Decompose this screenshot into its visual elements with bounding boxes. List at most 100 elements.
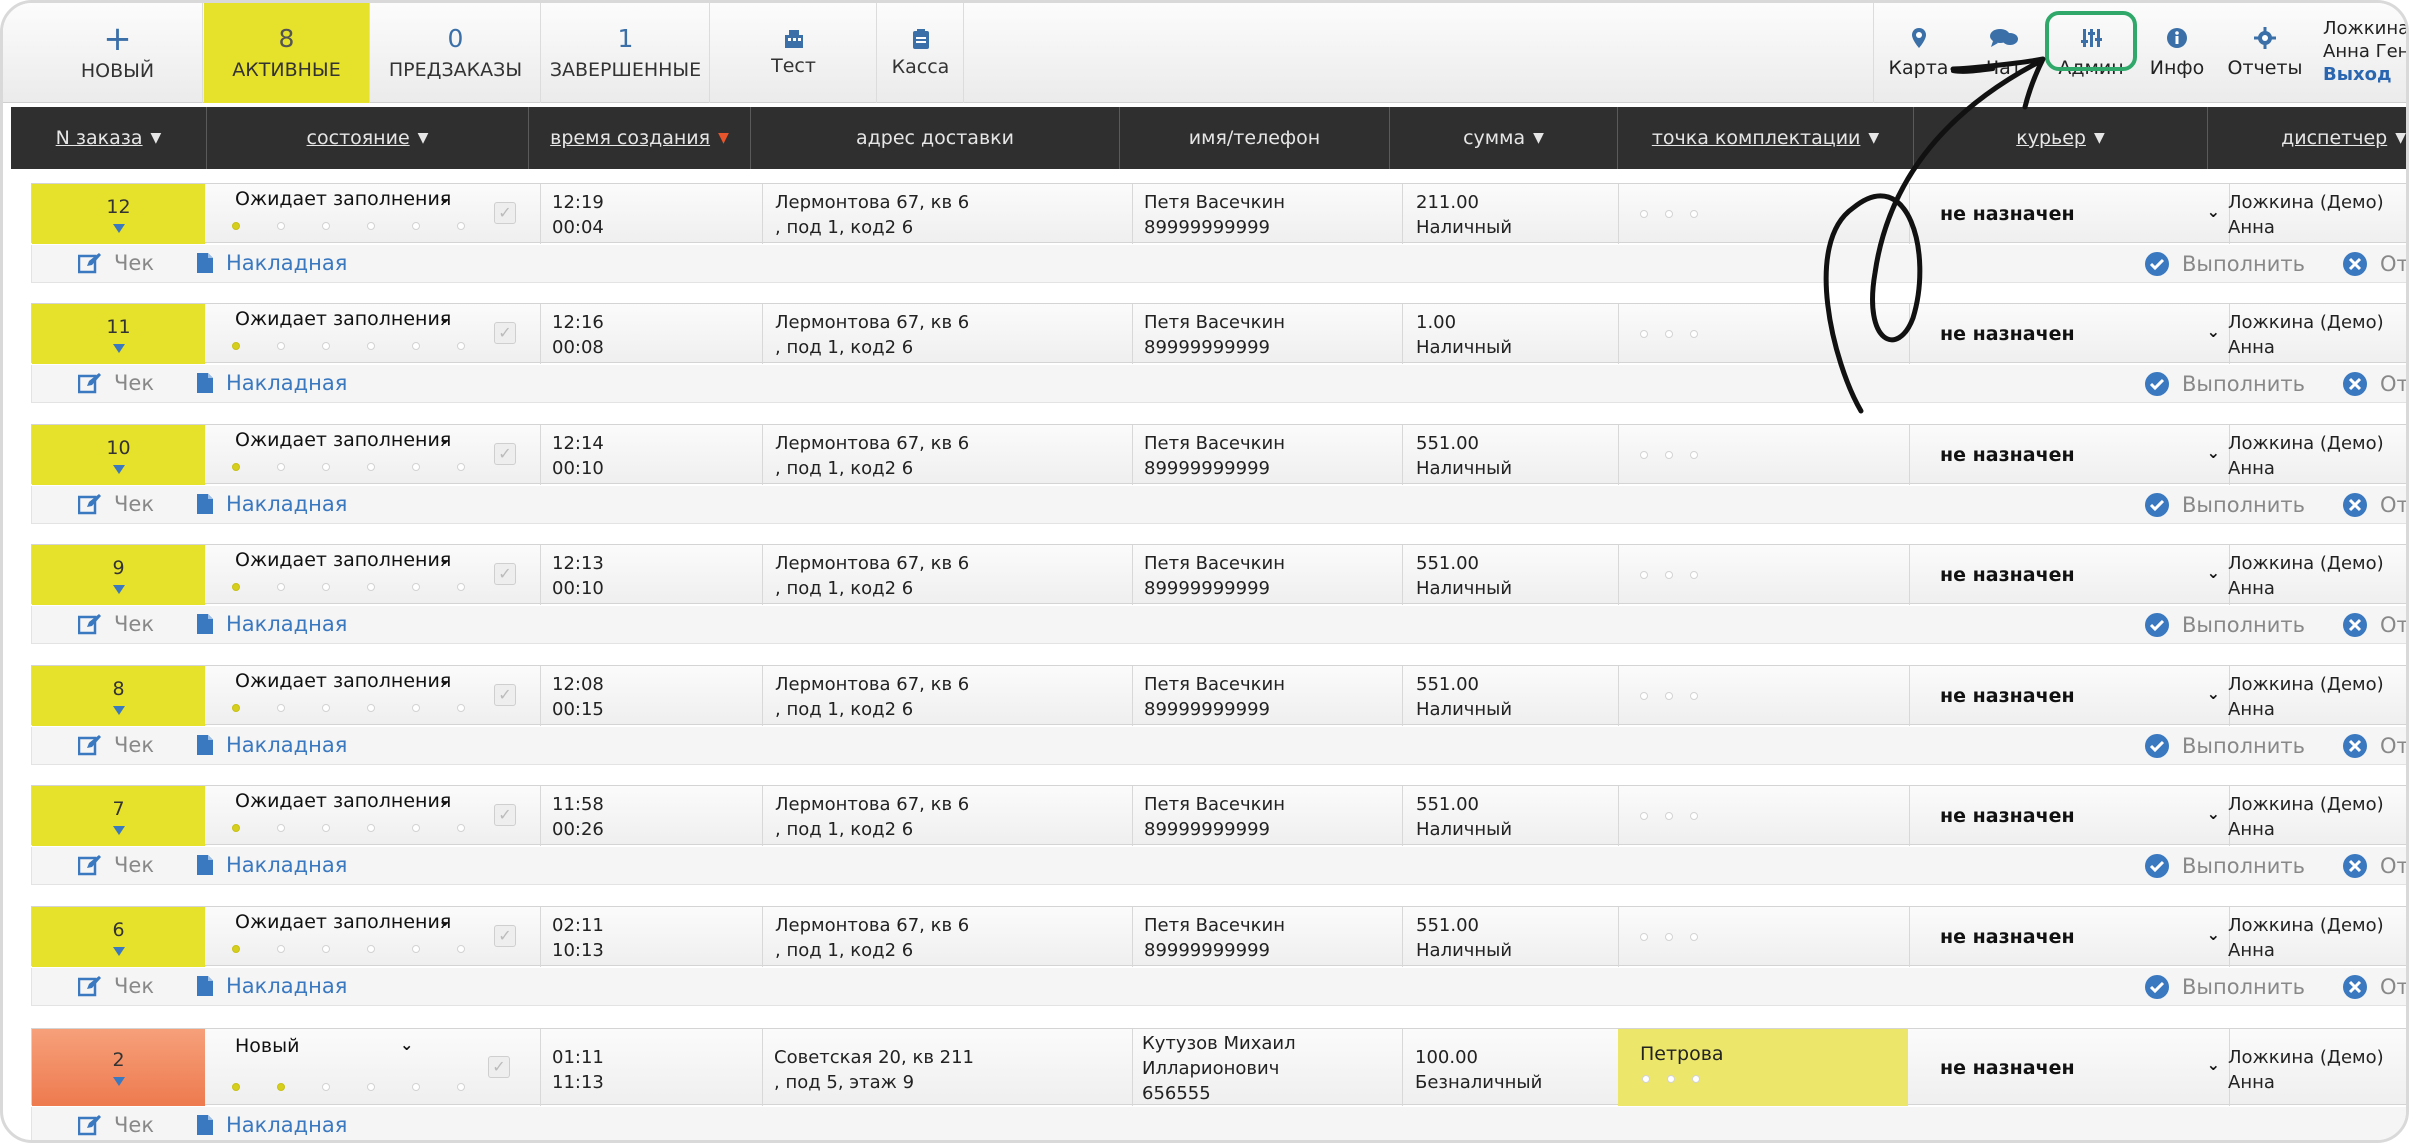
confirm-checkbox[interactable]: ✓ [494, 804, 516, 826]
state-select[interactable]: Ожидает заполнения ⌄ [235, 308, 451, 330]
pickup-point-cell[interactable]: Петрова [1618, 1029, 1908, 1106]
divider [762, 304, 763, 364]
order-number-cell[interactable]: 8 [32, 666, 205, 726]
state-select[interactable]: Ожидает заполнения ⌄ [235, 188, 451, 210]
col-dispatcher[interactable]: диспетчер ▼ [2207, 107, 2406, 169]
confirm-checkbox[interactable]: ✓ [488, 1056, 510, 1078]
info-button[interactable]: Инфо [2137, 3, 2217, 103]
order-main-row[interactable]: 7 Ожидает заполнения ⌄ ✓ 11:58 00:26 Лермо… [31, 785, 2406, 846]
cancel-button[interactable]: Отм [2342, 251, 2406, 277]
col-created[interactable]: время создания ▼ [528, 107, 750, 169]
confirm-checkbox[interactable]: ✓ [494, 322, 516, 344]
order-number-cell[interactable]: 2 [32, 1029, 205, 1106]
complete-button[interactable]: Выполнить [2144, 251, 2305, 277]
delivery-address: Лермонтова 67, кв 6 , под 1, код2 6 [775, 551, 969, 601]
chat-button[interactable]: Чат [1963, 3, 2045, 103]
state-select[interactable]: Ожидает заполнения ⌄ [235, 670, 451, 692]
order-number-cell[interactable]: 6 [32, 907, 205, 967]
tab-preorders[interactable]: 0 ПРЕДЗАКАЗЫ [371, 3, 541, 103]
cancel-button[interactable]: Отм [2342, 974, 2406, 1000]
progress-dot [277, 463, 285, 471]
confirm-checkbox[interactable]: ✓ [494, 684, 516, 706]
check-link[interactable]: Чек [78, 492, 154, 516]
pickup-dot [1640, 812, 1648, 820]
order-main-row[interactable]: 11 Ожидает заполнения ⌄ ✓ 12:16 00:08 Лерм… [31, 303, 2406, 364]
order-number-cell[interactable]: 11 [32, 304, 205, 364]
check-link[interactable]: Чек [78, 853, 154, 877]
order-main-row[interactable]: 9 Ожидает заполнения ⌄ ✓ 12:13 00:10 Лермо… [31, 544, 2406, 605]
confirm-checkbox[interactable]: ✓ [494, 563, 516, 585]
state-select[interactable]: Ожидает заполнения ⌄ [235, 790, 451, 812]
invoice-link[interactable]: Накладная [196, 974, 347, 998]
invoice-link[interactable]: Накладная [196, 251, 347, 275]
order-number-cell[interactable]: 9 [32, 545, 205, 605]
state-select[interactable]: Ожидает заполнения ⌄ [235, 549, 451, 571]
created-time: 11:58 00:26 [552, 792, 604, 842]
cancel-button[interactable]: Отм [2342, 612, 2406, 638]
courier-select[interactable]: не назначен ⌄ [1940, 304, 2220, 364]
complete-button[interactable]: Выполнить [2144, 371, 2305, 397]
map-button[interactable]: Карта [1873, 3, 1963, 103]
check-link[interactable]: Чек [78, 1113, 154, 1137]
invoice-link[interactable]: Накладная [196, 853, 347, 877]
kassa-button[interactable]: Касса [878, 3, 964, 103]
col-courier[interactable]: курьер ▼ [1913, 107, 2207, 169]
check-link[interactable]: Чек [78, 733, 154, 757]
check-link[interactable]: Чек [78, 371, 154, 395]
complete-button[interactable]: Выполнить [2144, 974, 2305, 1000]
order-number-cell[interactable]: 7 [32, 786, 205, 846]
state-select[interactable]: Новый ⌄ [235, 1035, 413, 1057]
state-select[interactable]: Ожидает заполнения ⌄ [235, 429, 451, 451]
order-main-row[interactable]: 10 Ожидает заполнения ⌄ ✓ 12:14 00:10 Лерм… [31, 424, 2406, 485]
confirm-checkbox[interactable]: ✓ [494, 443, 516, 465]
invoice-link[interactable]: Накладная [196, 492, 347, 516]
invoice-link[interactable]: Накладная [196, 733, 347, 757]
logout-link[interactable]: Выход [2323, 63, 2406, 86]
order-main-row[interactable]: 12 Ожидает заполнения ⌄ ✓ 12:19 00:04 Лерм… [31, 183, 2406, 244]
courier-select[interactable]: не назначен ⌄ [1940, 786, 2220, 846]
progress-dot [457, 342, 465, 350]
order-number-cell[interactable]: 12 [32, 184, 205, 244]
order-main-row[interactable]: 8 Ожидает заполнения ⌄ ✓ 12:08 00:15 Лермо… [31, 665, 2406, 726]
state-select[interactable]: Ожидает заполнения ⌄ [235, 911, 451, 933]
courier-select[interactable]: не назначен ⌄ [1940, 907, 2220, 967]
col-state[interactable]: состояние ▼ [206, 107, 528, 169]
tab-active-label: АКТИВНЫЕ [232, 59, 341, 81]
complete-button[interactable]: Выполнить [2144, 612, 2305, 638]
courier-select[interactable]: не назначен ⌄ [1940, 666, 2220, 726]
courier-select[interactable]: не назначен ⌄ [1940, 545, 2220, 605]
reports-button[interactable]: Отчеты [2217, 3, 2313, 103]
order-number-cell[interactable]: 10 [32, 425, 205, 485]
invoice-link[interactable]: Накладная [196, 1113, 347, 1137]
cancel-button[interactable]: Отм [2342, 492, 2406, 518]
courier-select[interactable]: не назначен ⌄ [1940, 1029, 2220, 1106]
col-sum[interactable]: сумма ▼ [1389, 107, 1617, 169]
tab-active[interactable]: 8 АКТИВНЫЕ [204, 3, 370, 103]
invoice-label: Накладная [226, 1113, 348, 1137]
test-button[interactable]: Тест [711, 3, 877, 103]
invoice-link[interactable]: Накладная [196, 612, 347, 636]
new-order-button[interactable]: + НОВЫЙ [33, 3, 203, 103]
col-pickup-point[interactable]: точка комплектации ▼ [1617, 107, 1913, 169]
complete-button[interactable]: Выполнить [2144, 492, 2305, 518]
complete-button[interactable]: Выполнить [2144, 853, 2305, 879]
order-main-row[interactable]: 6 Ожидает заполнения ⌄ ✓ 02:11 10:13 Лермо… [31, 906, 2406, 967]
check-link[interactable]: Чек [78, 251, 154, 275]
cancel-button[interactable]: Отм [2342, 853, 2406, 879]
complete-button[interactable]: Выполнить [2144, 733, 2305, 759]
cancel-button[interactable]: Отм [2342, 733, 2406, 759]
tab-completed[interactable]: 1 ЗАВЕРШЕННЫЕ [542, 3, 710, 103]
confirm-checkbox[interactable]: ✓ [494, 202, 516, 224]
courier-select[interactable]: не назначен ⌄ [1940, 425, 2220, 485]
order-main-row[interactable]: 2 Новый ⌄ ✓ 01:11 11:13 Советская 20, кв 2… [31, 1028, 2406, 1106]
col-order-number[interactable]: N заказа ▼ [11, 107, 206, 169]
confirm-checkbox[interactable]: ✓ [494, 925, 516, 947]
check-link[interactable]: Чек [78, 612, 154, 636]
check-link[interactable]: Чек [78, 974, 154, 998]
cancel-button[interactable]: Отм [2342, 371, 2406, 397]
customer-phone: 656555 [1142, 1083, 1211, 1104]
elapsed-time: 00:26 [552, 819, 604, 840]
courier-select[interactable]: не назначен ⌄ [1940, 184, 2220, 244]
invoice-link[interactable]: Накладная [196, 371, 347, 395]
invoice-label: Накладная [226, 733, 348, 757]
